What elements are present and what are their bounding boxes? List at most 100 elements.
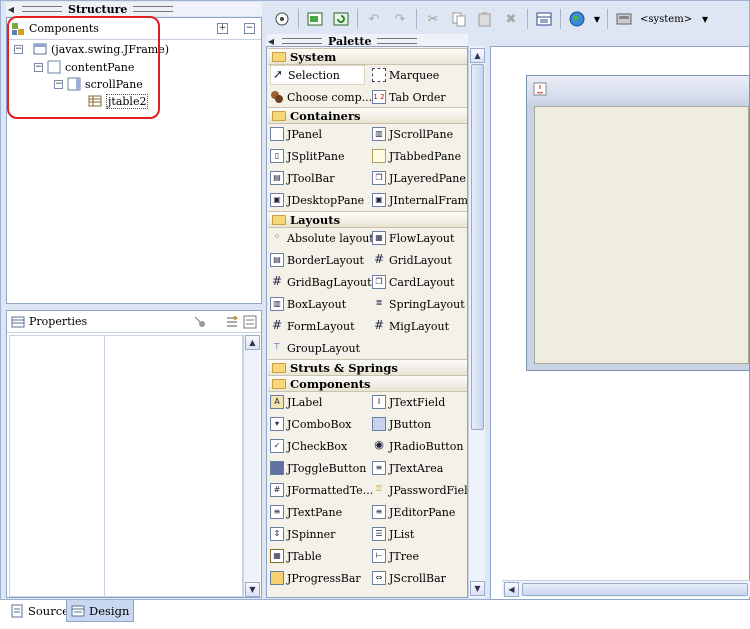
palette-item-label: JDesktopPane [287, 193, 365, 207]
palette-item[interactable]: ≡ JTextPane [270, 502, 342, 522]
palette-item[interactable]: ≡ JTextArea [372, 458, 443, 478]
cut-icon[interactable]: ✂ [423, 9, 443, 29]
globe-icon[interactable] [567, 9, 587, 29]
palette-item[interactable]: JProgressBar [270, 568, 361, 588]
palette-item[interactable]: I JTextField [372, 392, 445, 412]
event-icon[interactable] [193, 315, 207, 329]
separator [357, 9, 358, 29]
category-struts-springs[interactable]: Struts & Springs [268, 359, 467, 376]
palette-item[interactable]: # MigLayout [372, 316, 449, 336]
palette-item-label: BoxLayout [287, 297, 347, 311]
dropdown-arrow-icon[interactable]: ▼ [593, 9, 601, 29]
undo-icon[interactable]: ↶ [364, 9, 384, 29]
palette-item[interactable]: ≣ SpringLayout [372, 294, 465, 314]
delete-icon[interactable]: ✖ [501, 9, 521, 29]
jpasswordfield-icon: ⚿ [375, 484, 383, 493]
tab-order-icon: 1 2 [372, 90, 386, 104]
palette-scroll-thumb[interactable] [471, 64, 484, 430]
jframe-preview[interactable] [526, 75, 750, 371]
scroll-up-icon[interactable]: ▲ [470, 48, 485, 63]
redo-icon[interactable]: ↷ [390, 9, 410, 29]
palette-item[interactable]: ▤ BorderLayout [270, 250, 364, 270]
laf-dropdown-icon[interactable]: ▼ [698, 9, 712, 29]
palette-item-selection[interactable]: ➚ Selection [270, 65, 365, 85]
refresh-icon[interactable] [331, 9, 351, 29]
properties-scrollbar[interactable]: ▲ ▼ [243, 335, 260, 597]
design-hscrollbar[interactable]: ◀ [502, 580, 750, 597]
palette-item[interactable]: ≡ JEditorPane [372, 502, 455, 522]
sort-icon[interactable] [225, 315, 239, 329]
palette-item[interactable]: # FormLayout [270, 316, 355, 336]
scroll-down-icon[interactable]: ▼ [470, 581, 485, 596]
palette-item[interactable]: ▥ JScrollPane [372, 124, 453, 144]
palette-item[interactable]: JPanel [270, 124, 322, 144]
filter-icon[interactable] [243, 315, 257, 329]
category-system[interactable]: System [268, 48, 467, 65]
grip-icon[interactable] [133, 6, 174, 12]
palette-item[interactable]: A JLabel [270, 392, 322, 412]
expand-all-icon[interactable]: + [217, 23, 228, 34]
palette-item[interactable]: ⁘ Absolute layout [270, 228, 374, 248]
palette-item[interactable]: ⇕ JSpinner [270, 524, 335, 544]
collapse-arrow-icon[interactable]: ◀ [266, 36, 276, 46]
palette-item[interactable]: ☰ JList [372, 524, 414, 544]
palette-item-label: JScrollBar [389, 571, 446, 585]
palette-item[interactable]: ▤ JToolBar [270, 168, 335, 188]
palette-item[interactable]: ❒ CardLayout [372, 272, 454, 292]
scroll-left-icon[interactable]: ◀ [504, 582, 519, 597]
palette-item[interactable]: JToggleButton [270, 458, 366, 478]
palette-item[interactable]: ⊢ JTree [372, 546, 419, 566]
collapse-arrow-icon[interactable]: ◀ [6, 4, 16, 14]
palette-item[interactable]: ⇔ JScrollBar [372, 568, 446, 588]
palette-item[interactable]: ▣ JInternalFrame [372, 190, 467, 210]
palette-item[interactable]: ◉ JRadioButton [372, 436, 463, 456]
palette-item[interactable]: ▯ JSplitPane [270, 146, 345, 166]
grip-icon[interactable] [282, 38, 322, 44]
palette-item[interactable]: # JFormattedTe... [270, 480, 373, 500]
collapse-all-icon[interactable]: − [244, 23, 255, 34]
palette-item[interactable]: ▦ JTable [270, 546, 322, 566]
palette-item[interactable]: JButton [372, 414, 431, 434]
copy-icon[interactable] [449, 9, 469, 29]
grip-icon[interactable] [377, 38, 418, 44]
laf-icon[interactable] [614, 9, 634, 29]
category-layouts[interactable]: Layouts [268, 211, 467, 228]
design-scroll-thumb[interactable] [522, 583, 748, 596]
palette-item-choose-component[interactable]: Choose comp... [270, 87, 372, 107]
test-gui-icon[interactable] [272, 9, 292, 29]
palette-item[interactable]: ▣ JDesktopPane [270, 190, 364, 210]
tab-design[interactable]: Design [66, 600, 135, 622]
jframe-titlebar[interactable] [527, 76, 749, 102]
palette-scrollbar[interactable]: ▲ ▼ [468, 46, 485, 598]
scroll-up-icon[interactable]: ▲ [245, 335, 260, 350]
tab-source[interactable]: Source [6, 600, 73, 622]
palette-item[interactable]: ✓ JCheckBox [270, 436, 347, 456]
palette-item[interactable]: JTabbedPane [372, 146, 461, 166]
palette-item[interactable]: ▥ BoxLayout [270, 294, 346, 314]
category-components[interactable]: Components [268, 375, 467, 392]
paste-icon[interactable] [475, 9, 495, 29]
palette-item-tab-order[interactable]: 1 2 Tab Order [372, 87, 446, 107]
export-icon[interactable] [305, 9, 325, 29]
scroll-down-icon[interactable]: ▼ [245, 582, 260, 597]
palette-item[interactable]: # GridLayout [372, 250, 452, 270]
palette-item[interactable]: # GridBagLayout [270, 272, 372, 292]
palette-item[interactable]: ▾ JComboBox [270, 414, 351, 434]
jinternalframe-icon: ▣ [372, 193, 386, 207]
palette-item-label: MigLayout [389, 319, 450, 333]
palette-item[interactable]: ▦ FlowLayout [372, 228, 454, 248]
palette-item[interactable]: ⚿ JPasswordField [372, 480, 467, 500]
palette-item[interactable]: ❐ JLayeredPane [372, 168, 466, 188]
jtoolbar-icon: ▤ [270, 171, 284, 185]
jframe-content-pane[interactable] [534, 106, 749, 364]
laf-select[interactable]: <system> [640, 14, 692, 25]
grip-icon[interactable] [22, 6, 62, 12]
jtable-icon: ▦ [270, 549, 284, 563]
palette-item-marquee[interactable]: Marquee [372, 65, 439, 85]
palette-item-label: JTable [287, 549, 322, 563]
category-containers[interactable]: Containers [268, 107, 467, 124]
jlayeredpane-icon: ❐ [372, 171, 386, 185]
jeditorpane-icon: ≡ [372, 505, 386, 519]
palette-item[interactable]: ⊤ GroupLayout [270, 338, 360, 358]
layout-icon[interactable] [534, 9, 554, 29]
